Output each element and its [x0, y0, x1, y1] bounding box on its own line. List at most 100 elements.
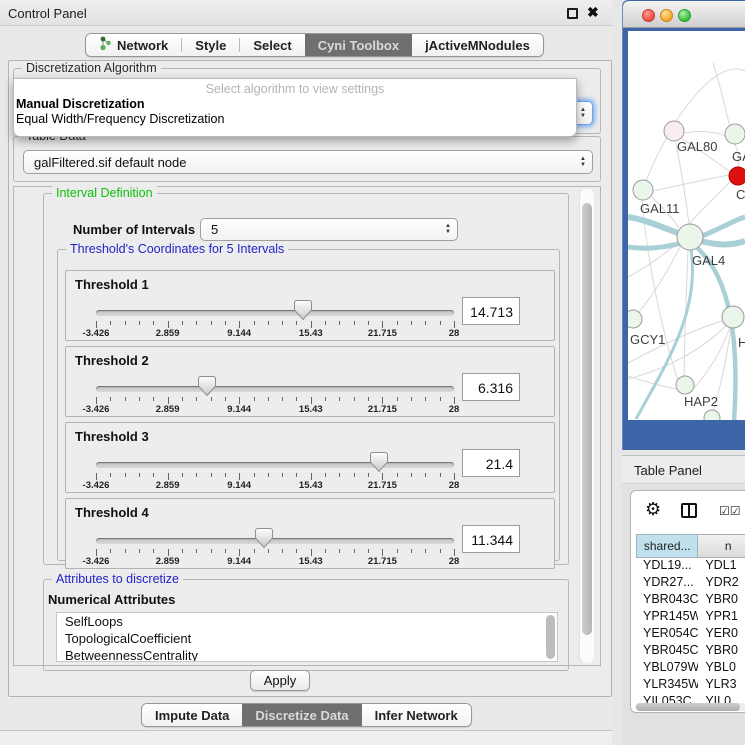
tick-mark [125, 321, 126, 325]
network-node[interactable] [677, 224, 703, 250]
network-edge[interactable] [646, 139, 666, 181]
table-cell: YER0 [698, 626, 745, 643]
viewport-scrollbar-track[interactable] [579, 189, 594, 663]
tick-mark [440, 549, 441, 553]
network-edge[interactable] [694, 327, 730, 388]
network-node[interactable] [725, 124, 745, 144]
threshold-label: Threshold 3 [75, 429, 149, 444]
network-edge[interactable] [653, 175, 729, 191]
table-row[interactable]: YER054CYER0 [636, 626, 745, 643]
network-node[interactable] [676, 376, 694, 394]
dropdown-item-equal-width-frequency-discretization[interactable]: Equal Width/Frequency Discretization [14, 111, 576, 126]
threshold-slider-thumb[interactable] [370, 452, 388, 473]
threshold-value-field[interactable]: 21.4 [462, 449, 520, 477]
table-row[interactable]: YBR043CYBR0 [636, 592, 745, 609]
tab-label: Network [117, 38, 168, 53]
control-panel-titlebar: Control Panel ✖ [0, 0, 620, 26]
num-intervals-combobox[interactable]: 5 ▲▼ [200, 218, 458, 241]
bottom-strip [0, 731, 620, 745]
tick-mark [225, 549, 226, 553]
network-node[interactable] [729, 167, 745, 185]
attribute-item-betweennesscentrality[interactable]: BetweennessCentrality [57, 647, 557, 662]
threshold-slider-track[interactable] [96, 310, 454, 316]
tab-style[interactable]: Style [182, 34, 239, 56]
attribute-item-topologicalcoefficient[interactable]: TopologicalCoefficient [57, 630, 557, 647]
bottom-tab-impute-data[interactable]: Impute Data [142, 704, 242, 726]
dropdown-placeholder: Select algorithm to view settings [14, 81, 576, 96]
table-header-row: shared...n [636, 534, 745, 558]
threshold-panel-4: Threshold 4-3.4262.8599.14415.4321.71528… [65, 498, 555, 569]
tick-mark [225, 473, 226, 477]
column-header-shared-name[interactable]: shared... [636, 534, 698, 558]
float-window-icon[interactable] [567, 8, 578, 19]
tick-mark [268, 397, 269, 401]
tick-mark [425, 549, 426, 553]
network-window-titlebar[interactable] [623, 1, 745, 28]
table-hscrollbar-track[interactable] [635, 703, 745, 711]
network-edge[interactable] [676, 69, 745, 121]
columns-icon[interactable] [681, 503, 697, 518]
threshold-slider-thumb[interactable] [198, 376, 216, 397]
tab-jactivemnodules[interactable]: jActiveMNodules [412, 34, 543, 56]
tab-cyni-toolbox[interactable]: Cyni Toolbox [305, 34, 412, 56]
network-node[interactable] [633, 180, 653, 200]
select-columns-checkboxes-icon[interactable]: ☑☑ [719, 504, 741, 518]
network-node[interactable] [664, 121, 684, 141]
attributes-list-scrollbar[interactable] [546, 615, 555, 659]
table-row[interactable]: YBL079WYBL0 [636, 660, 745, 677]
tick-mark [382, 397, 383, 404]
close-traffic-light-icon[interactable] [642, 9, 655, 22]
threshold-slider-track[interactable] [96, 386, 454, 392]
tick-mark [96, 549, 97, 556]
table-hscrollbar-thumb[interactable] [636, 703, 740, 711]
gear-icon[interactable]: ⚙ [645, 500, 661, 518]
viewport-scrollbar-thumb[interactable] [582, 203, 592, 635]
tick-mark [125, 397, 126, 401]
minimize-traffic-light-icon[interactable] [660, 9, 673, 22]
network-node[interactable] [628, 310, 642, 328]
network-node-label: C [736, 187, 745, 202]
attributes-group-label: Attributes to discretize [52, 572, 183, 586]
tick-mark [397, 549, 398, 553]
tick-mark [168, 397, 169, 404]
table-row[interactable]: YBR045CYBR0 [636, 643, 745, 660]
table-row[interactable]: YDR27...YDR2 [636, 575, 745, 592]
network-node[interactable] [722, 306, 744, 328]
tab-select[interactable]: Select [240, 34, 304, 56]
attribute-item-selfloops[interactable]: SelfLoops [57, 613, 557, 630]
tick-mark [139, 321, 140, 325]
tick-label: 28 [449, 328, 460, 339]
network-canvas[interactable]: GAL80GACGAL11GAL4GCY1HHAP2 [628, 31, 745, 420]
apply-button[interactable]: Apply [250, 670, 310, 691]
table-row[interactable]: YLR345WYLR3 [636, 677, 745, 694]
network-window[interactable]: GAL80GACGAL11GAL4GCY1HHAP2 [622, 0, 745, 450]
bottom-tab-infer-network[interactable]: Infer Network [362, 704, 471, 726]
threshold-slider-track[interactable] [96, 462, 454, 468]
threshold-slider-track[interactable] [96, 538, 454, 544]
tick-label: 15.43 [299, 328, 323, 339]
tick-mark [325, 321, 326, 325]
threshold-value-field[interactable]: 11.344 [462, 525, 520, 553]
threshold-value-field[interactable]: 6.316 [462, 373, 520, 401]
network-node[interactable] [704, 410, 720, 420]
table-row[interactable]: YPR145WYPR1 [636, 609, 745, 626]
tick-mark [168, 473, 169, 480]
network-edge[interactable] [684, 132, 726, 136]
zoom-traffic-light-icon[interactable] [678, 9, 691, 22]
table-data-combobox[interactable]: galFiltered.sif default node ▲▼ [23, 150, 593, 174]
threshold-value-field[interactable]: 14.713 [462, 297, 520, 325]
column-header-name[interactable]: n [698, 534, 745, 558]
bottom-tab-discretize-data[interactable]: Discretize Data [242, 704, 361, 726]
close-icon[interactable]: ✖ [587, 4, 599, 21]
network-node-label: GCY1 [630, 332, 665, 347]
network-edge[interactable] [628, 376, 676, 389]
network-edge[interactable] [689, 181, 731, 224]
tab-network[interactable]: Network [86, 34, 181, 56]
threshold-slider-thumb[interactable] [255, 528, 273, 549]
table-cell: YBL079W [636, 660, 698, 677]
dropdown-item-manual-discretization[interactable]: Manual Discretization [14, 96, 576, 111]
tick-mark [153, 321, 154, 325]
threshold-slider-thumb[interactable] [294, 300, 312, 321]
table-panel-body: ⚙ ☑☑ shared...nYDL19...YDL1YDR27...YDR2Y… [622, 485, 745, 745]
table-row[interactable]: YDL19...YDL1 [636, 558, 745, 575]
